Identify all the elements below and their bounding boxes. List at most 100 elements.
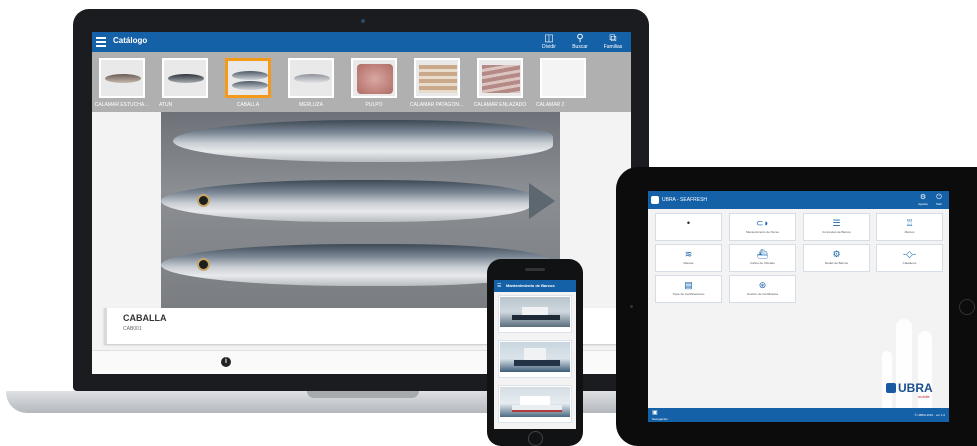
document-icon: ▤ — [684, 280, 693, 290]
fish-shape — [173, 120, 553, 162]
menu-icon[interactable] — [96, 37, 106, 47]
ubra-logo-sub: mobile — [918, 394, 930, 399]
tablet-header-title: UBRA - SEAFRESH — [662, 197, 708, 203]
tile-label: Caños de Ubicado — [750, 261, 775, 265]
thumbnail-label: ATUN — [159, 102, 173, 108]
bag-icon: ♖ — [905, 218, 914, 228]
thumbnail-label: CALAMAR 2 — [536, 102, 565, 108]
tile-label: Gestión de Certificados — [746, 292, 779, 296]
info-icon[interactable]: i — [221, 357, 231, 367]
menu-icon[interactable]: ☰ — [497, 283, 501, 289]
badge-icon: ⊛ — [758, 280, 767, 290]
thumbnail-image — [168, 74, 204, 83]
tile-marcos[interactable]: ♖ Marcos — [876, 213, 943, 241]
tile-ubicado[interactable]: ⛴ Caños de Ubicado — [729, 244, 796, 272]
fish-eye — [197, 258, 210, 271]
vessel-image — [500, 387, 570, 417]
thumbnail-label: CALAMAR PATAGON… — [410, 102, 464, 108]
tile-certification-types[interactable]: ▤ Tipos de Certificaciones — [655, 275, 722, 303]
search-button[interactable]: ⚲ Buscar — [567, 33, 593, 52]
split-view-icon: ◫ — [544, 33, 554, 44]
thumbnail-pulpo[interactable] — [351, 58, 397, 98]
thumbnail-label: CABALLA — [236, 102, 260, 108]
split-view-label: Dividir — [542, 44, 556, 50]
laptop-notch — [307, 391, 419, 398]
product-name: CABALLA — [123, 313, 167, 323]
ubra-logo-mark — [886, 383, 896, 393]
thumbnail-calamar-patagonico[interactable] — [414, 58, 460, 98]
families-label: Familias — [603, 44, 623, 50]
thumbnail-calamar-2[interactable] — [540, 58, 586, 98]
tile-fish-maintenance[interactable]: ⊂◗ Mantenimiento de Peces — [729, 213, 796, 241]
vessel-card[interactable] — [498, 295, 572, 333]
vessel-image — [500, 342, 570, 372]
phone-header-title: Mantenimiento de Barcos — [506, 283, 555, 288]
tile-certificate-management[interactable]: ⊛ Gestión de Certificados — [729, 275, 796, 303]
search-label: Buscar — [572, 44, 588, 50]
tile-label: Conceptos de Barcos — [822, 230, 851, 234]
tablet-footer: ▣ Navegación © UBRA 2016 · ver 1.0 — [648, 408, 949, 422]
vessel-superstructure — [520, 396, 550, 405]
fish-tail — [529, 183, 555, 219]
power-button[interactable]: ⏻ Salir — [932, 194, 946, 206]
tablet-camera — [630, 305, 633, 308]
thumbnail-label: CALAMAR ESTUCHA… — [94, 102, 150, 108]
app-header: Catálogo ◫ Dividir ⚲ Buscar ⧉ Familias — [92, 32, 631, 52]
thumbnail-calamar-enlazado[interactable] — [477, 58, 523, 98]
tile-caladeros[interactable]: -◇- Caladeros — [876, 244, 943, 272]
tile-label: Marcos — [904, 230, 915, 234]
hierarchy-icon: ⧉ — [609, 33, 617, 44]
thumbnail-label: MERLUZA — [299, 102, 323, 108]
laptop-camera — [361, 19, 365, 23]
thumbnail-label: PULPO — [365, 102, 383, 108]
product-code: CAB001 — [123, 326, 142, 332]
tile-label: Caladeros — [902, 261, 917, 265]
thumbnail-label: CALAMAR ENLAZADO — [473, 102, 527, 108]
settings-icon: ⚙ — [919, 194, 927, 201]
thumbnail-image — [232, 81, 268, 90]
phone-speaker — [525, 268, 545, 271]
tile-label: Mareas — [683, 261, 694, 265]
footer-version: © UBRA 2016 · ver 1.0 — [914, 413, 945, 417]
vessel-card[interactable] — [498, 385, 572, 423]
thumbnail-image — [294, 74, 330, 83]
vessel-hull — [512, 405, 562, 412]
power-icon: ⏻ — [936, 194, 942, 201]
split-view-button[interactable]: ◫ Dividir — [536, 33, 562, 52]
vessel-image — [500, 297, 570, 327]
tile-label: Mantenimiento de Peces — [745, 230, 780, 234]
thumbnail-image — [232, 71, 268, 80]
fish-eye — [197, 194, 210, 207]
thumbnail-image — [482, 65, 520, 93]
dot-icon: • — [686, 218, 691, 228]
families-button[interactable]: ⧉ Familias — [600, 33, 626, 52]
waves-icon: ≋ — [684, 249, 693, 259]
thumbnail-calamar-estuchado[interactable] — [99, 58, 145, 98]
decorative-shape — [882, 351, 892, 408]
tile-label: Redes de Barcos — [824, 261, 848, 265]
fish-icon: ⊂◗ — [756, 218, 769, 228]
tile-blank[interactable]: • — [655, 213, 722, 241]
thumbnail-caballa[interactable] — [225, 58, 271, 98]
app-logo-icon — [651, 196, 659, 204]
thumbnail-atun[interactable] — [162, 58, 208, 98]
thumbnail-image — [419, 65, 457, 93]
tablet-screen: UBRA - SEAFRESH ⚙ Ajustes ⏻ Salir • ⊂◗ M… — [648, 191, 949, 422]
settings-button[interactable]: ⚙ Ajustes — [916, 194, 930, 206]
tile-mareas[interactable]: ≋ Mareas — [655, 244, 722, 272]
power-label: Salir — [935, 202, 942, 206]
navigation-label: Navegación — [652, 417, 668, 421]
list-icon: ☰ — [832, 218, 841, 228]
tile-boat-concepts[interactable]: ☰ Conceptos de Barcos — [803, 213, 870, 241]
vessel-card[interactable] — [498, 340, 572, 378]
ubra-logo-text: UBRA — [898, 381, 933, 395]
vessel-superstructure — [522, 307, 548, 315]
fish-shape — [161, 180, 531, 222]
navigation-icon[interactable]: ▣ — [652, 410, 658, 417]
tile-label: Tipos de Certificaciones — [672, 292, 705, 296]
thumbnail-merluza[interactable] — [288, 58, 334, 98]
tile-boat-nets[interactable]: ⚙ Redes de Barcos — [803, 244, 870, 272]
vessel-superstructure — [524, 348, 546, 360]
thumbnail-image — [105, 74, 141, 83]
tablet-home-button — [959, 299, 975, 315]
